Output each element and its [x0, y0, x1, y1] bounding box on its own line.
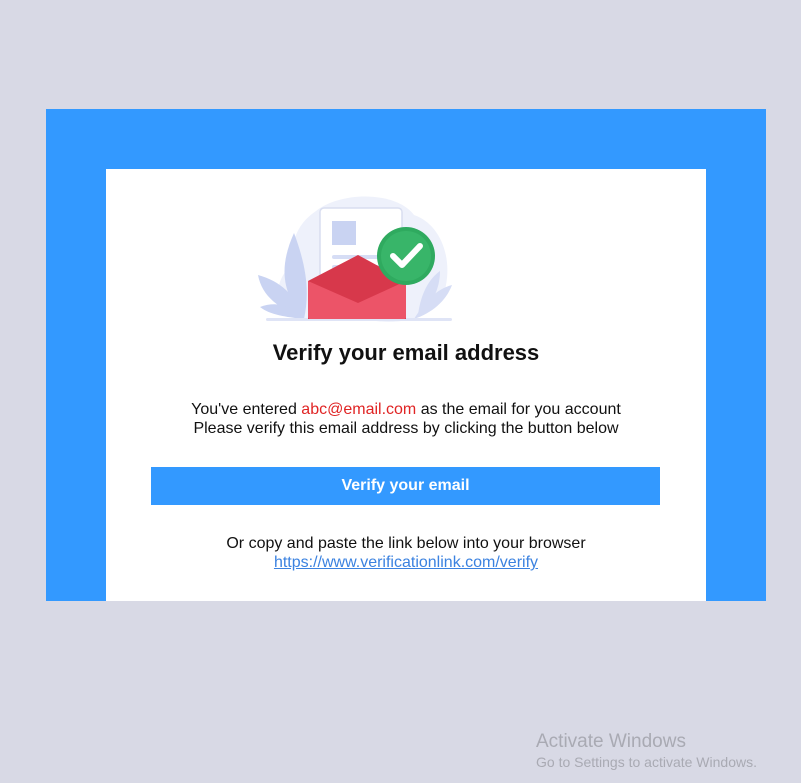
activate-windows-watermark: Activate Windows Go to Settings to activ…: [536, 731, 757, 771]
alternative-instructions: Or copy and paste the link below into yo…: [106, 534, 706, 572]
page-title: Verify your email address: [272, 340, 540, 365]
email-verified-illustration: [258, 196, 452, 322]
entered-email: abc@email.com: [301, 401, 417, 418]
checkmark-icon: [377, 227, 435, 285]
verification-link[interactable]: https://www.verificationlink.com/verify: [274, 554, 538, 571]
watermark-title: Activate Windows: [536, 731, 686, 752]
copy-link-text: Or copy and paste the link below into yo…: [226, 535, 586, 552]
message-line-2: Please verify this email address by clic…: [193, 420, 619, 437]
watermark-subtitle: Go to Settings to activate Windows.: [536, 754, 757, 770]
message-suffix: as the email for you account: [420, 401, 621, 418]
email-frame: Verify your email address You've entered…: [46, 109, 766, 601]
message-line-1: You've entered abc@email.com as the emai…: [106, 400, 706, 419]
email-card: Verify your email address You've entered…: [106, 169, 706, 601]
verify-email-button[interactable]: Verify your email: [151, 467, 660, 505]
verification-message: You've entered abc@email.com as the emai…: [106, 400, 706, 438]
message-prefix: You've entered: [191, 401, 297, 418]
